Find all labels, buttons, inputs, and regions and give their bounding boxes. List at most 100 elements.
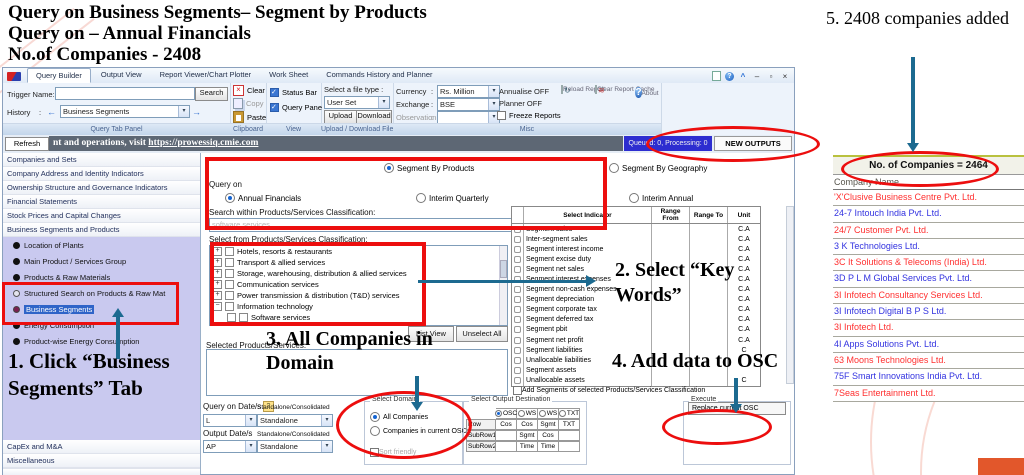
output-dates-dropdown[interactable]: AP — [203, 440, 257, 453]
range-to-cell[interactable] — [690, 375, 728, 385]
collapse-ribbon-icon[interactable] — [738, 72, 748, 81]
range-to-cell[interactable] — [690, 325, 728, 335]
history-back-icon[interactable]: ← — [47, 107, 56, 117]
clear-button[interactable]: Clear — [233, 85, 265, 96]
sidebar-subitem[interactable]: Product-wise Energy Consumption — [3, 333, 200, 349]
page-icon[interactable] — [712, 71, 721, 81]
indicator-checkbox-cell[interactable] — [512, 234, 524, 244]
indicator-row[interactable]: Segment sales C.A — [512, 224, 760, 234]
status-bar-checkbox[interactable]: Status Bar — [270, 88, 317, 97]
app-tab[interactable]: Output View — [93, 68, 150, 83]
help-ball-icon[interactable] — [725, 72, 734, 81]
range-from-cell[interactable] — [652, 335, 690, 345]
grid-row-header[interactable]: Row — [466, 419, 496, 430]
expander-icon[interactable] — [213, 247, 222, 256]
new-outputs-button[interactable]: NEW OUTPUTS — [714, 136, 792, 151]
indicator-row[interactable]: Segment pbit C.A — [512, 325, 760, 335]
tree-checkbox[interactable] — [225, 258, 234, 267]
restore-icon[interactable] — [766, 72, 776, 81]
interim-quarterly-radio[interactable]: Interim Quarterly — [416, 193, 489, 203]
company-row[interactable]: 3C It Solutions & Telecoms (India) Ltd. — [833, 255, 1024, 271]
company-row[interactable]: 75F Smart Innovations India Pvt. Ltd. — [833, 369, 1024, 385]
tree-checkbox[interactable] — [225, 302, 234, 311]
company-row[interactable]: 3I Infotech Consultancy Services Ltd. — [833, 288, 1024, 304]
indicator-checkbox-cell[interactable] — [512, 295, 524, 305]
sidebar-item[interactable]: Business Segments and Products — [3, 223, 200, 237]
company-row[interactable]: 24-7 Intouch India Pvt. Ltd. — [833, 206, 1024, 222]
destination-option[interactable]: TXT — [559, 408, 580, 419]
indicator-checkbox-cell[interactable] — [512, 285, 524, 295]
sidebar-item[interactable]: Ownership Structure and Governance Indic… — [3, 181, 200, 195]
sidebar-subitem[interactable]: Energy Consumption — [3, 317, 200, 333]
company-row[interactable]: 3D P L M Global Services Pvt. Ltd. — [833, 271, 1024, 287]
indicator-checkbox-cell[interactable] — [512, 335, 524, 345]
history-forward-icon[interactable]: → — [192, 107, 201, 117]
indicator-row[interactable]: Segment net profit C.A — [512, 335, 760, 345]
standalone-dropdown[interactable]: Standalone — [257, 414, 333, 427]
paste-button[interactable]: Paste — [233, 111, 266, 123]
upload-button[interactable]: Upload — [324, 110, 357, 124]
indicator-row[interactable]: Unallocable assets C — [512, 375, 760, 385]
company-row[interactable]: 4I Apps Solutions Pvt. Ltd. — [833, 337, 1024, 353]
range-to-cell[interactable] — [690, 244, 728, 254]
indicator-row[interactable]: Segment deferred tax C.A — [512, 315, 760, 325]
company-row[interactable]: 7Seas Entertainment Ltd. — [833, 386, 1024, 402]
company-row[interactable]: 3I Infotech Digital B P S Ltd. — [833, 304, 1024, 320]
expander-icon[interactable] — [213, 258, 222, 267]
indicator-checkbox-cell[interactable] — [512, 365, 524, 375]
segment-by-products-radio[interactable]: Segment By Products — [384, 163, 474, 173]
company-row[interactable]: 63 Moons Technologies Ltd. — [833, 353, 1024, 369]
range-from-cell[interactable] — [652, 224, 690, 234]
range-to-cell[interactable] — [690, 335, 728, 345]
sidebar-subitem[interactable]: Business Segments — [3, 301, 200, 317]
app-tab[interactable]: Report Viewer/Chart Plotter — [152, 68, 260, 83]
tree-item[interactable]: Storage, warehousing, distribution & all… — [210, 268, 507, 279]
tree-checkbox[interactable] — [225, 291, 234, 300]
destination-option[interactable]: OSC — [496, 408, 517, 419]
download-button[interactable]: Download — [356, 110, 392, 124]
range-from-cell[interactable] — [652, 244, 690, 254]
indicator-checkbox-cell[interactable] — [512, 254, 524, 264]
range-to-cell[interactable] — [690, 315, 728, 325]
tree-checkbox[interactable] — [225, 269, 234, 278]
sidebar-subitem[interactable]: Location of Plants — [3, 237, 200, 253]
grid-row-header[interactable]: SubRow1 — [466, 430, 496, 441]
range-from-cell[interactable] — [652, 315, 690, 325]
segment-by-geography-radio[interactable]: Segment By Geography — [609, 163, 707, 173]
sidebar-item[interactable]: Miscellaneous — [3, 454, 200, 468]
indicator-checkbox-cell[interactable] — [512, 315, 524, 325]
tree-item[interactable]: Hotels, resorts & restaurants — [210, 246, 507, 257]
expander-icon[interactable] — [213, 280, 222, 289]
companies-in-current-osc-radio[interactable]: Companies in current OSC — [370, 426, 467, 436]
exchange-dropdown[interactable]: BSE — [437, 98, 500, 111]
add-segments-checkbox[interactable]: Add Segments of selected Products/Servic… — [513, 386, 705, 395]
standalone-dropdown2[interactable]: Standalone — [257, 440, 333, 453]
sidebar-item[interactable]: Company Address and Identity Indicators — [3, 167, 200, 181]
tree-scrollbar[interactable] — [499, 246, 507, 325]
indicator-checkbox-cell[interactable] — [512, 305, 524, 315]
indicator-checkbox-cell[interactable] — [512, 224, 524, 234]
query-dates-dropdown[interactable]: L — [203, 414, 257, 427]
tree-checkbox[interactable] — [239, 313, 248, 322]
indicator-checkbox-cell[interactable] — [512, 325, 524, 335]
sidebar-subitem[interactable]: Structured Search on Products & Raw Mat — [3, 285, 200, 301]
expander-icon[interactable] — [213, 302, 222, 311]
sidebar-subitem[interactable]: Products & Raw Materials — [3, 269, 200, 285]
history-dropdown[interactable]: Business Segments — [60, 105, 190, 118]
sidebar-item[interactable]: CapEx and M&A — [3, 440, 200, 454]
freeze-reports-checkbox[interactable]: Freeze Reports — [497, 111, 561, 120]
range-from-cell[interactable] — [652, 325, 690, 335]
marquee-link[interactable]: https://prowessiq.cmie.com — [148, 138, 258, 148]
file-type-dropdown[interactable]: User Set — [324, 96, 390, 109]
expander-icon[interactable] — [213, 291, 222, 300]
sidebar-item[interactable]: Companies and Sets — [3, 153, 200, 167]
tree-item[interactable]: Transport & allied services — [210, 257, 507, 268]
range-from-cell[interactable] — [652, 234, 690, 244]
sort-friendly-checkbox[interactable]: Sort friendly — [370, 448, 416, 457]
trigger-name-input[interactable] — [55, 87, 195, 100]
company-row[interactable]: 3 K Technologies Ltd. — [833, 239, 1024, 255]
sidebar-item[interactable]: Financial Statements — [3, 195, 200, 209]
tree-item[interactable]: Power transmission & distribution (T&D) … — [210, 290, 507, 301]
company-row[interactable]: 24/7 Customer Pvt. Ltd. — [833, 223, 1024, 239]
app-tab[interactable]: Query Builder — [27, 68, 91, 83]
